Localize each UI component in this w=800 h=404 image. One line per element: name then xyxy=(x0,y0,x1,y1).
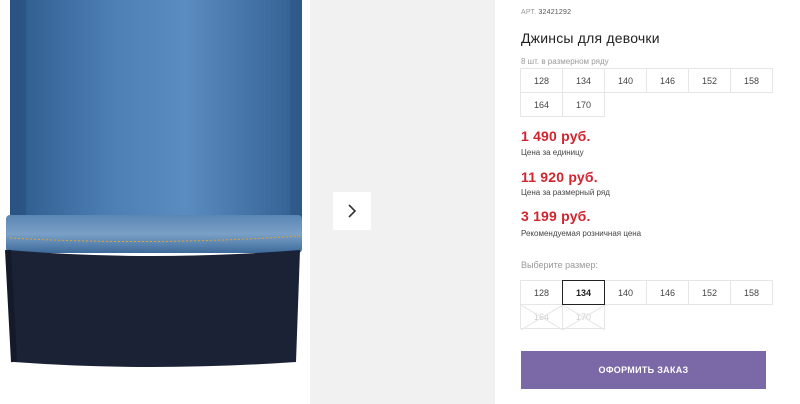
size-option-170: 170 xyxy=(562,304,605,330)
size-row-grid: 128 134 140 146 152 158 164 170 xyxy=(520,68,773,117)
order-button[interactable]: ОФОРМИТЬ ЗАКАЗ xyxy=(521,351,766,389)
size-option-158[interactable]: 158 xyxy=(730,280,773,305)
unavailable-cross-icon xyxy=(521,305,563,330)
size-row-cell: 158 xyxy=(730,68,773,93)
gallery-next-button[interactable] xyxy=(333,192,371,230)
product-photo xyxy=(0,0,310,404)
size-option-128[interactable]: 128 xyxy=(520,280,563,305)
size-select-label: Выберите размер: xyxy=(521,260,598,270)
size-option-164: 164 xyxy=(520,304,563,330)
size-row-cell: 170 xyxy=(562,92,605,117)
article-label: АРТ. xyxy=(521,9,537,16)
article-value: 32421292 xyxy=(538,9,572,16)
unavailable-cross-icon xyxy=(563,305,605,330)
size-row-cell: 152 xyxy=(688,68,731,93)
product-gallery xyxy=(0,0,495,404)
row-price: 11 920 руб. xyxy=(521,169,598,185)
size-row-cell: 146 xyxy=(646,68,689,93)
size-row-cell: 134 xyxy=(562,68,605,93)
unit-price: 1 490 руб. xyxy=(521,128,591,144)
product-title: Джинсы для девочки xyxy=(521,30,660,46)
unit-price-label: Цена за единицу xyxy=(521,148,584,157)
size-select-grid: 128 134 140 146 152 158 164 170 xyxy=(520,280,773,330)
size-option-146[interactable]: 146 xyxy=(646,280,689,305)
size-option-134[interactable]: 134 xyxy=(562,280,605,305)
size-option-152[interactable]: 152 xyxy=(688,280,731,305)
retail-price-label: Рекомендуемая розничная цена xyxy=(521,229,642,238)
product-page: АРТ. 32421292 Джинсы для девочки 8 шт. в… xyxy=(0,0,800,404)
article-number: АРТ. 32421292 xyxy=(521,9,571,16)
chevron-right-icon xyxy=(348,204,357,218)
retail-price: 3 199 руб. xyxy=(521,208,591,224)
size-row-note: 8 шт. в размерном ряду xyxy=(521,57,609,66)
row-price-label: Цена за размерный ряд xyxy=(521,188,610,197)
size-row-cell: 128 xyxy=(520,68,563,93)
size-option-140[interactable]: 140 xyxy=(604,280,647,305)
size-row-cell: 140 xyxy=(604,68,647,93)
size-row-cell: 164 xyxy=(520,92,563,117)
